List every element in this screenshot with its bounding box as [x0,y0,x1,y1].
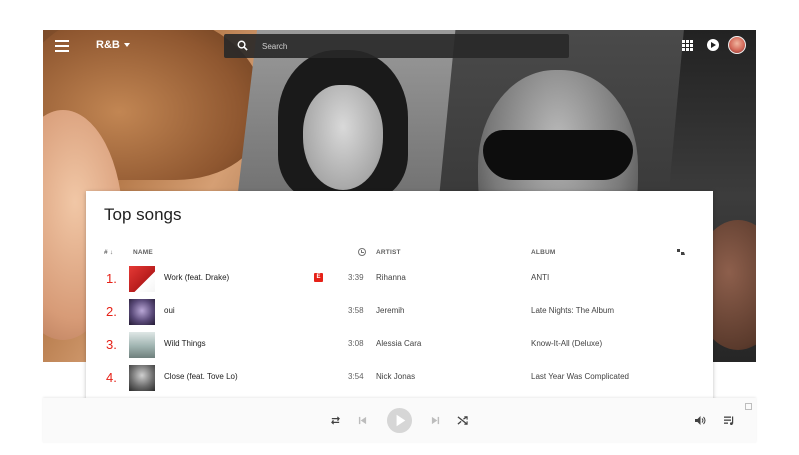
column-header-artist[interactable]: ARTIST [376,249,401,256]
sort-arrow-icon: ↓ [109,249,114,256]
song-name[interactable]: Wild Things [164,339,206,348]
genre-label: R&B [96,39,120,51]
search-input[interactable] [262,38,552,54]
menu-icon[interactable] [55,40,69,52]
shuffle-icon[interactable] [457,415,468,426]
song-row[interactable]: 4. Close (feat. Tove Lo) 3:54 Nick Jonas… [86,361,713,394]
apps-icon[interactable] [682,40,693,51]
genre-dropdown[interactable]: R&B [96,39,130,51]
cast-icon[interactable] [707,39,719,51]
song-artist[interactable]: Alessia Cara [376,339,421,348]
column-header-name[interactable]: NAME [133,249,153,256]
search-icon[interactable] [237,40,248,51]
song-duration: 3:39 [348,273,364,282]
song-album[interactable]: Know-It-All (Deluxe) [531,339,602,348]
song-rank: 4. [106,370,117,385]
song-name[interactable]: Close (feat. Tove Lo) [164,372,238,381]
top-bar: R&B [43,30,756,62]
song-row[interactable]: 3. Wild Things 3:08 Alessia Cara Know-It… [86,328,713,361]
explicit-badge: E [314,273,323,282]
song-duration: 3:08 [348,339,364,348]
album-art[interactable] [129,332,155,358]
song-album[interactable]: Late Nights: The Album [531,306,614,315]
repeat-icon[interactable] [330,415,341,426]
song-duration: 3:58 [348,306,364,315]
album-art[interactable] [129,299,155,325]
song-duration: 3:54 [348,372,364,381]
song-rank: 2. [106,304,117,319]
song-row[interactable]: 2. oui 3:58 Jeremih Late Nights: The Alb… [86,295,713,328]
song-name[interactable]: oui [164,306,175,315]
thumbs-icon[interactable] [676,248,688,257]
album-art[interactable] [129,365,155,391]
queue-icon[interactable] [723,415,735,426]
page-title: Top songs [104,205,182,224]
next-icon[interactable] [431,416,440,425]
album-art[interactable] [129,266,155,292]
popout-icon[interactable] [745,403,752,410]
song-album[interactable]: ANTI [531,273,549,282]
avatar[interactable] [728,36,746,54]
song-album[interactable]: Last Year Was Complicated [531,372,629,381]
song-artist[interactable]: Jeremih [376,306,404,315]
song-rank: 1. [106,271,117,286]
previous-icon[interactable] [358,416,367,425]
caret-down-icon [123,43,130,48]
clock-icon [358,248,366,256]
song-artist[interactable]: Rihanna [376,273,406,282]
column-header-number[interactable]: # ↓ [104,249,113,256]
song-rank: 3. [106,337,117,352]
song-artist[interactable]: Nick Jonas [376,372,415,381]
search-bar[interactable] [224,34,569,58]
player-bar [43,398,756,443]
column-header-album[interactable]: ALBUM [531,249,555,256]
top-songs-card: Top songs # ↓ NAME ARTIST ALBUM 1. Work … [86,191,713,401]
play-icon[interactable] [386,407,413,434]
song-row[interactable]: 1. Work (feat. Drake) E 3:39 Rihanna ANT… [86,262,713,295]
volume-icon[interactable] [694,415,706,426]
column-number-label: # [104,249,108,256]
song-name[interactable]: Work (feat. Drake) [164,273,229,282]
